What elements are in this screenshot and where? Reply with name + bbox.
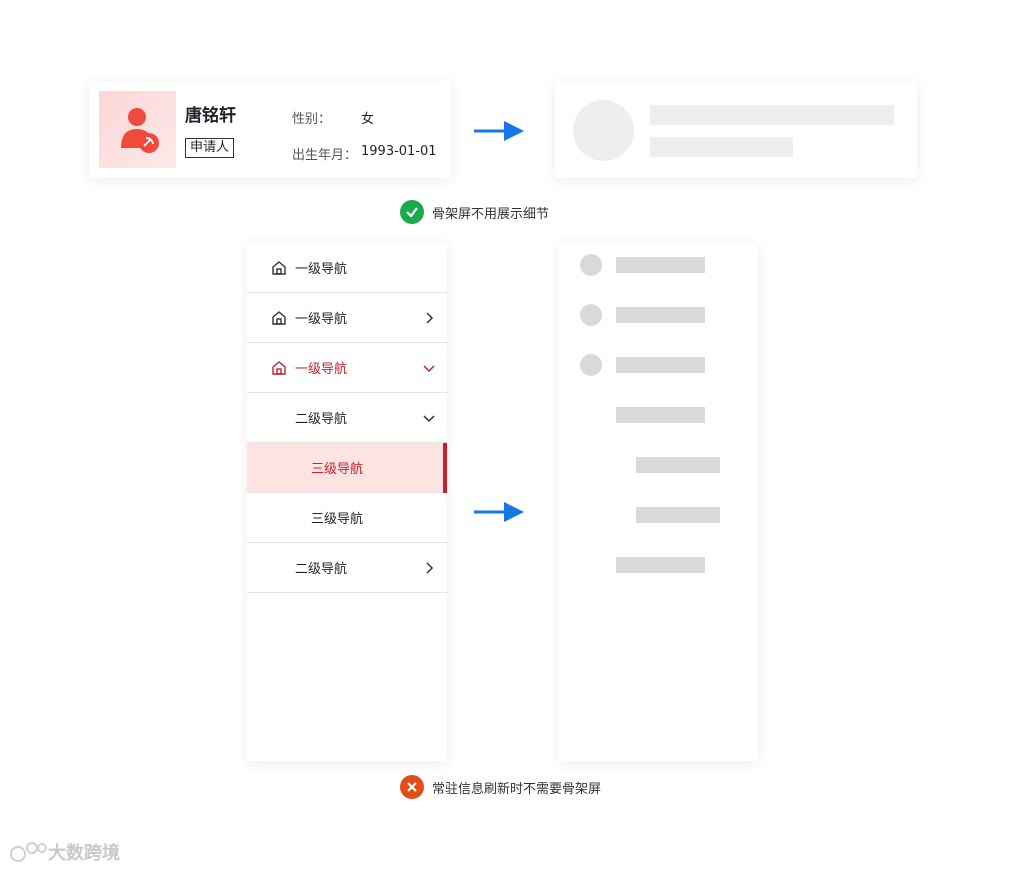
nav-item-level1[interactable]: 一级导航 [247, 293, 447, 343]
skeleton-line [636, 457, 720, 473]
arrow-right-icon [474, 502, 524, 522]
nav-item-label: 二级导航 [295, 412, 348, 427]
home-icon [272, 311, 286, 325]
nav-item-label: 一级导航 [295, 362, 348, 377]
close-icon [400, 775, 424, 799]
home-icon [272, 361, 286, 375]
gender-label: 性别： [292, 112, 332, 127]
skeleton-line [616, 257, 705, 273]
skeleton-avatar [573, 100, 634, 161]
nav-item-label: 三级导航 [311, 462, 364, 477]
skeleton-profile-card [555, 81, 917, 178]
skeleton-line [636, 507, 720, 523]
home-icon [272, 261, 286, 275]
good-note: 骨架屏不用展示细节 [400, 200, 549, 224]
nav-item-label: 三级导航 [311, 512, 364, 527]
skeleton-icon [580, 304, 602, 326]
check-icon [400, 200, 424, 224]
nav-item-level1[interactable]: 一级导航 [247, 243, 447, 293]
active-indicator [443, 443, 447, 493]
chevron-right-icon [426, 562, 434, 574]
bad-note-text: 常驻信息刷新时不需要骨架屏 [432, 781, 602, 797]
profile-card: 唐铭轩 申请人 性别： 女 出生年月： 1993-01-01 [89, 81, 451, 178]
nav-item-level3[interactable]: 三级导航 [247, 493, 447, 543]
skeleton-line [650, 105, 894, 125]
profile-name: 唐铭轩 [185, 106, 236, 126]
bad-note: 常驻信息刷新时不需要骨架屏 [400, 775, 601, 799]
birth-label: 出生年月： [292, 148, 358, 163]
nav-item-level1-open[interactable]: 一级导航 [247, 343, 447, 393]
gender-value: 女 [361, 112, 375, 127]
chevron-down-icon [423, 415, 435, 423]
nav-item-level3-active[interactable]: 三级导航 [247, 443, 447, 493]
chevron-down-icon [423, 365, 435, 373]
user-party-icon [121, 108, 159, 153]
nav-item-label: 二级导航 [295, 562, 348, 577]
skeleton-line [616, 357, 705, 373]
skeleton-line [650, 137, 793, 157]
avatar [99, 91, 176, 168]
role-tag: 申请人 [185, 138, 235, 158]
watermark-logo-icon [10, 842, 47, 862]
skeleton-nav [558, 243, 758, 761]
skeleton-icon [580, 354, 602, 376]
nav-item-label: 一级导航 [295, 262, 348, 277]
nav-item-label: 一级导航 [295, 312, 348, 327]
nav-item-level2[interactable]: 二级导航 [247, 543, 447, 593]
skeleton-line [616, 557, 705, 573]
arrow-right-icon [474, 121, 524, 141]
good-note-text: 骨架屏不用展示细节 [432, 206, 550, 222]
nav-item-level2[interactable]: 二级导航 [247, 393, 447, 443]
watermark: 大数跨境 [8, 838, 120, 866]
skeleton-line [616, 407, 705, 423]
skeleton-icon [580, 254, 602, 276]
nav-menu: 一级导航 一级导航 一级导航 二级导航 三级导航 三级导航 二级导航 [247, 243, 447, 761]
skeleton-line [616, 307, 705, 323]
birth-value: 1993-01-01 [361, 144, 437, 159]
chevron-right-icon [426, 312, 434, 324]
watermark-text: 大数跨境 [48, 843, 120, 864]
